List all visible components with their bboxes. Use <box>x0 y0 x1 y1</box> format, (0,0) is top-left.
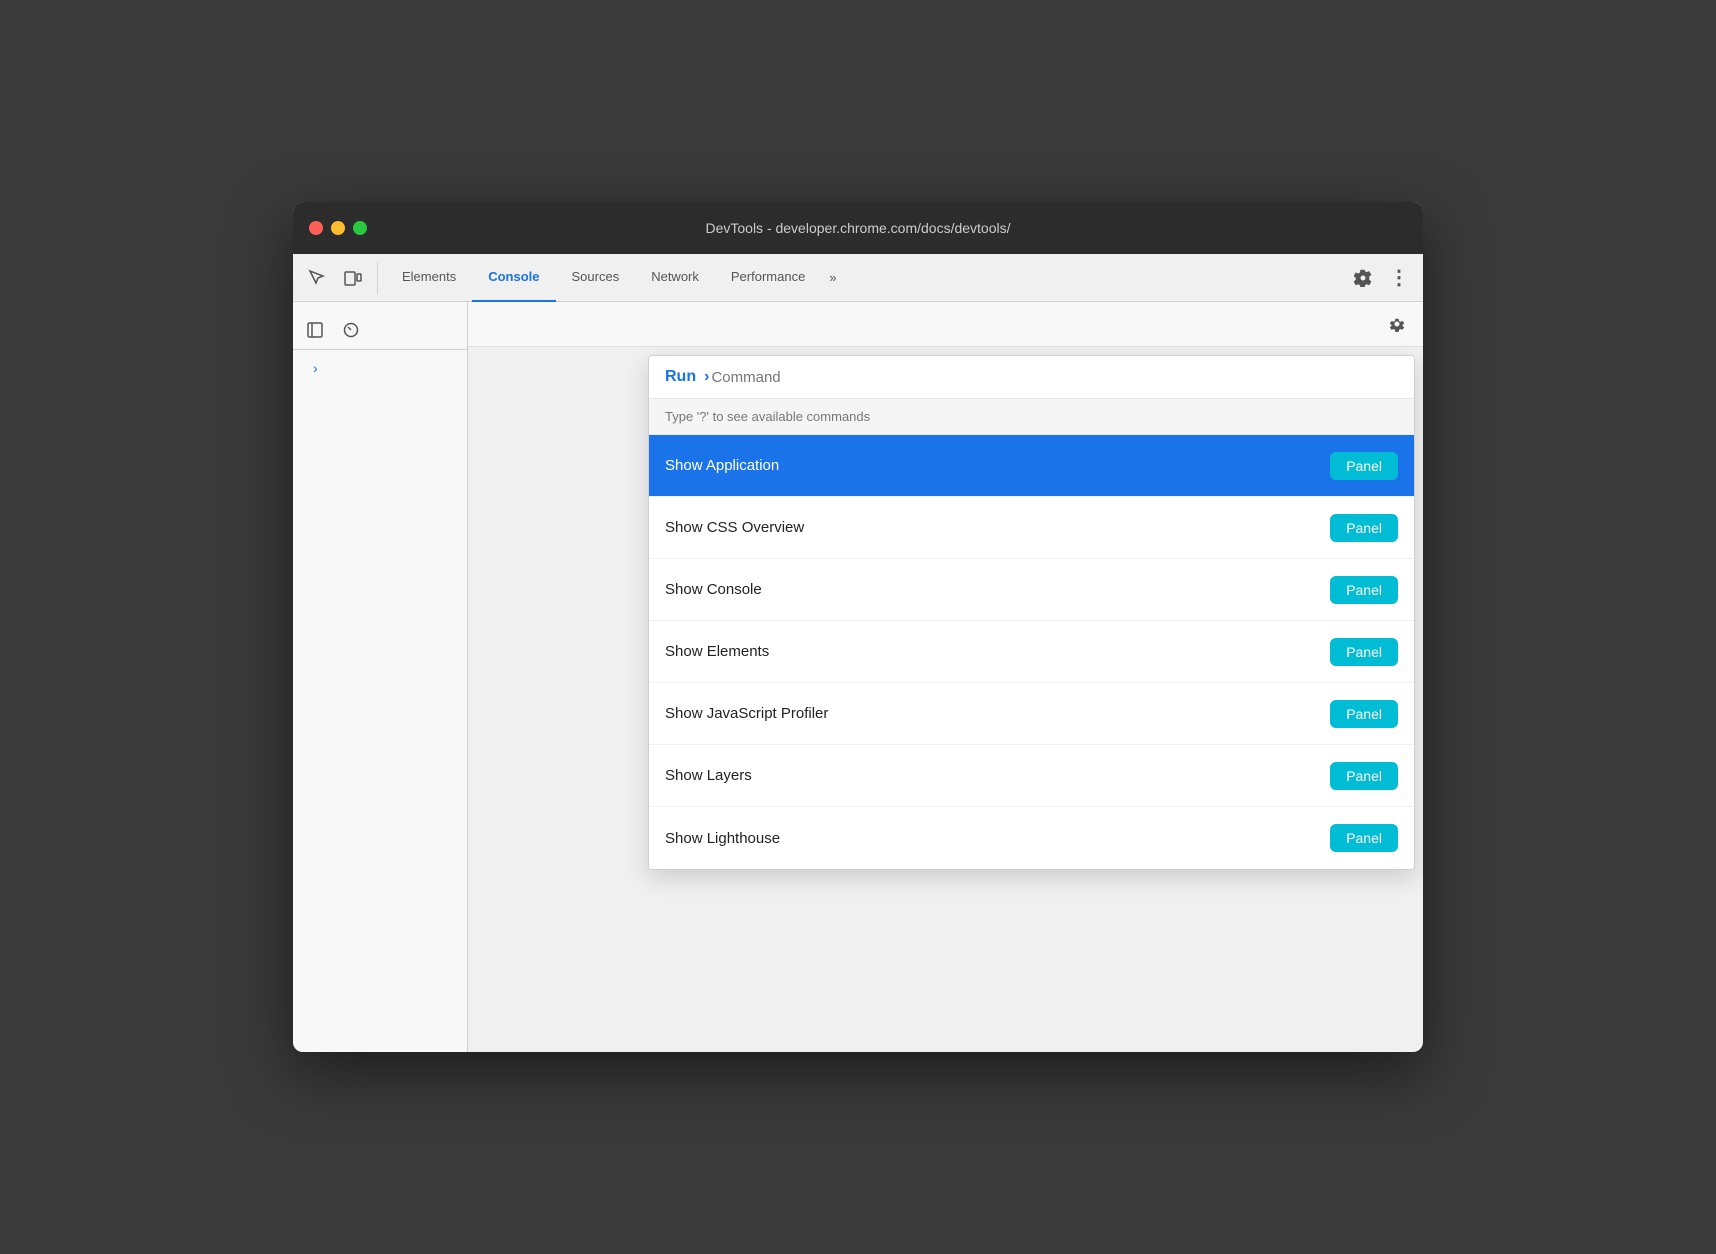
command-list: Show Application Panel Show CSS Overview… <box>649 435 1414 869</box>
run-label: Run <box>665 368 696 386</box>
toggle-panel-icon[interactable] <box>301 316 329 344</box>
console-icon[interactable] <box>337 316 365 344</box>
panel-badge-2[interactable]: Panel <box>1330 576 1398 604</box>
command-item-show-console[interactable]: Show Console Panel <box>649 559 1414 621</box>
right-panel-top-bar <box>468 302 1423 347</box>
command-item-show-elements[interactable]: Show Elements Panel <box>649 621 1414 683</box>
devtools-toolbar: Elements Console Sources Network Perform… <box>293 254 1423 302</box>
tab-console[interactable]: Console <box>472 254 555 302</box>
close-button[interactable] <box>309 221 323 235</box>
command-item-show-layers[interactable]: Show Layers Panel <box>649 745 1414 807</box>
settings-gear-icon[interactable] <box>1347 262 1379 294</box>
command-item-show-application[interactable]: Show Application Panel <box>649 435 1414 497</box>
command-palette: Run › Type '?' to see available commands… <box>648 355 1415 870</box>
window-title: DevTools - developer.chrome.com/docs/dev… <box>705 220 1010 236</box>
command-item-label: Show JavaScript Profiler <box>665 705 828 722</box>
secondary-toolbar <box>293 310 467 350</box>
panel-badge-3[interactable]: Panel <box>1330 638 1398 666</box>
left-panel: › <box>293 302 468 1052</box>
command-input[interactable] <box>711 369 1398 386</box>
panel-badge-5[interactable]: Panel <box>1330 762 1398 790</box>
tab-network[interactable]: Network <box>635 254 715 302</box>
more-options-icon[interactable]: ⋮ <box>1383 262 1415 294</box>
tab-elements[interactable]: Elements <box>386 254 472 302</box>
panel-badge-6[interactable]: Panel <box>1330 824 1398 852</box>
command-item-show-lighthouse[interactable]: Show Lighthouse Panel <box>649 807 1414 869</box>
command-item-label: Show Console <box>665 581 762 598</box>
panel-badge-0[interactable]: Panel <box>1330 452 1398 480</box>
panel-badge-4[interactable]: Panel <box>1330 700 1398 728</box>
devtools-window: DevTools - developer.chrome.com/docs/dev… <box>293 202 1423 1052</box>
tab-list: Elements Console Sources Network Perform… <box>386 254 1343 302</box>
minimize-button[interactable] <box>331 221 345 235</box>
command-item-label: Show Elements <box>665 643 769 660</box>
chevron-right-icon[interactable]: › <box>305 356 326 380</box>
inspect-icon[interactable] <box>301 262 333 294</box>
command-item-show-js-profiler[interactable]: Show JavaScript Profiler Panel <box>649 683 1414 745</box>
tab-sources[interactable]: Sources <box>556 254 636 302</box>
command-hint: Type '?' to see available commands <box>649 399 1414 435</box>
tab-more-button[interactable]: » <box>821 254 844 302</box>
traffic-lights <box>309 221 367 235</box>
command-item-label: Show Layers <box>665 767 752 784</box>
command-arrow: › <box>704 368 709 386</box>
command-item-label: Show CSS Overview <box>665 519 804 536</box>
toolbar-icons-group <box>301 262 378 294</box>
toolbar-right: ⋮ <box>1347 262 1415 294</box>
command-input-row: Run › <box>649 356 1414 399</box>
vertical-dots: ⋮ <box>1389 268 1409 288</box>
device-toggle-icon[interactable] <box>337 262 369 294</box>
right-panel: Run › Type '?' to see available commands… <box>468 302 1423 1052</box>
command-item-label: Show Lighthouse <box>665 830 780 847</box>
panel-badge-1[interactable]: Panel <box>1330 514 1398 542</box>
command-item-show-css-overview[interactable]: Show CSS Overview Panel <box>649 497 1414 559</box>
tab-performance[interactable]: Performance <box>715 254 821 302</box>
command-item-label: Show Application <box>665 457 779 474</box>
title-bar: DevTools - developer.chrome.com/docs/dev… <box>293 202 1423 254</box>
right-panel-settings-icon[interactable] <box>1381 308 1413 340</box>
maximize-button[interactable] <box>353 221 367 235</box>
devtools-body: › Run › Typ <box>293 302 1423 1052</box>
